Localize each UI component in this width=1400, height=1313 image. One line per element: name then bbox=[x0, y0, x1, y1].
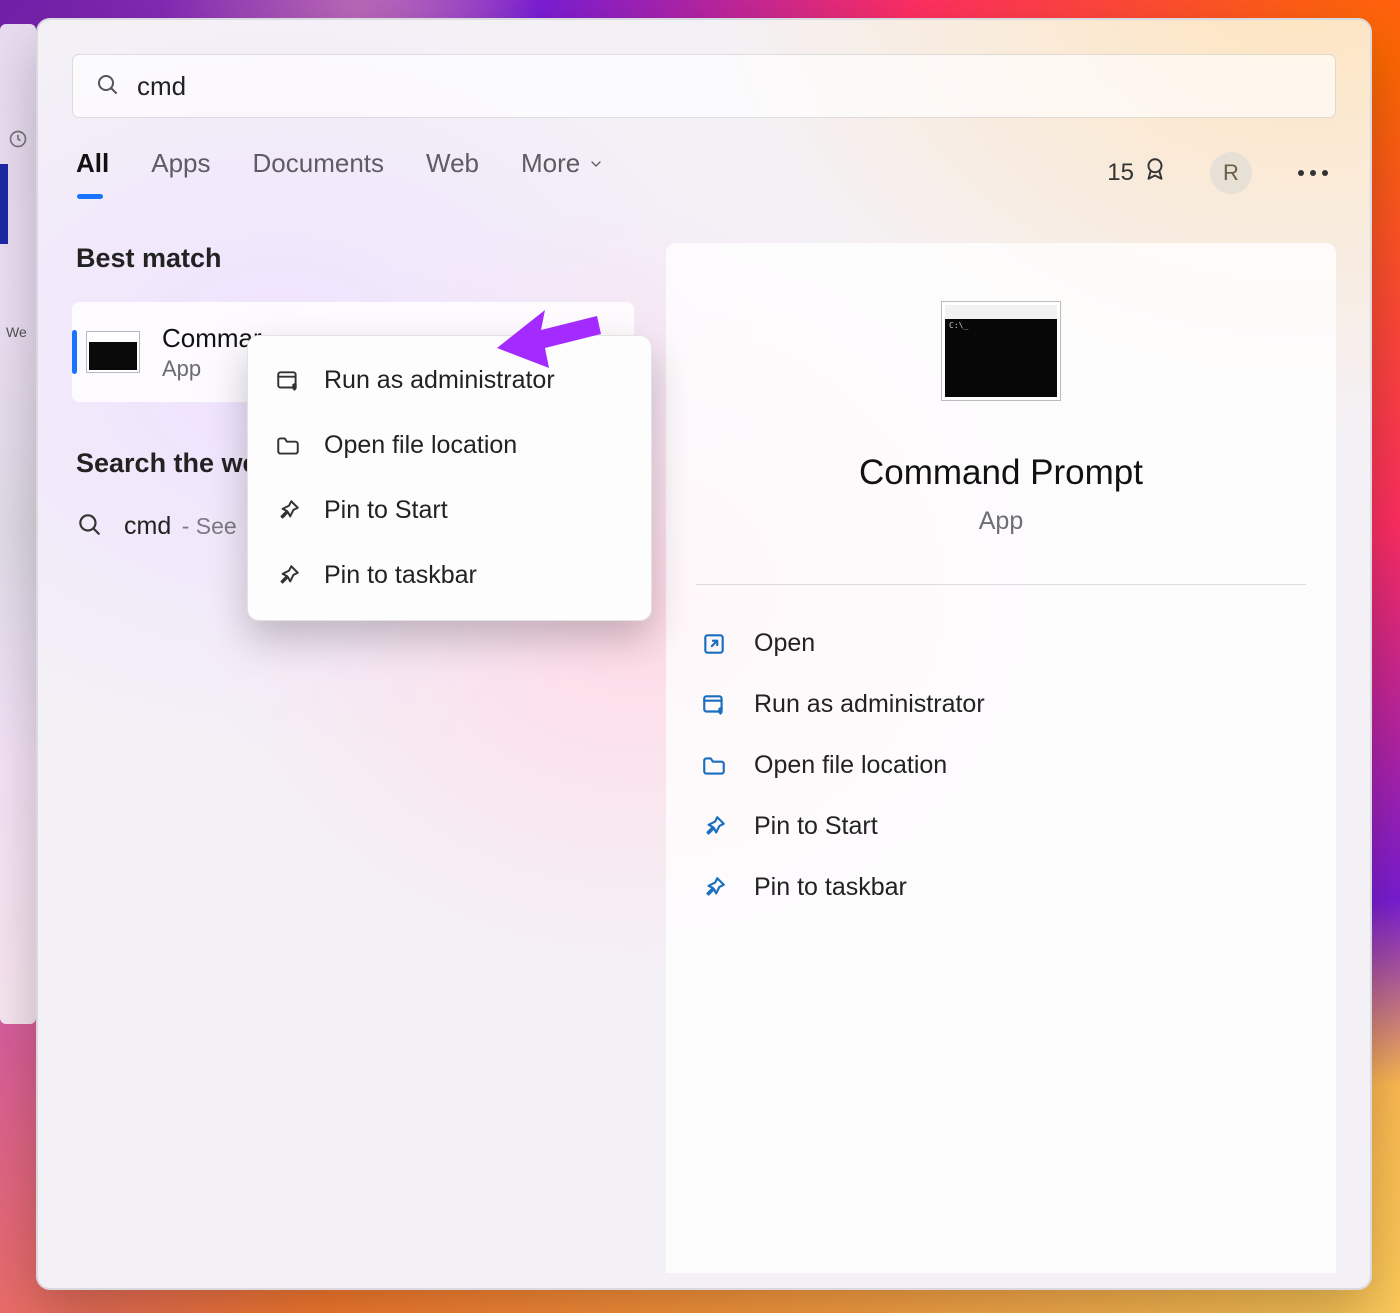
user-avatar[interactable]: R bbox=[1210, 152, 1252, 194]
command-prompt-icon bbox=[941, 301, 1061, 401]
desktop-background: We All Apps Documents Web More bbox=[0, 0, 1400, 1313]
action-label: Open bbox=[754, 629, 815, 658]
action-label: Run as administrator bbox=[754, 690, 985, 719]
tab-apps[interactable]: Apps bbox=[151, 148, 210, 197]
action-pin-to-taskbar[interactable]: Pin to taskbar bbox=[696, 857, 1306, 918]
command-prompt-icon bbox=[86, 331, 140, 373]
preview-pane: Command Prompt App Open bbox=[666, 243, 1336, 1273]
pin-icon bbox=[700, 813, 728, 841]
action-open-file-location[interactable]: Open file location bbox=[696, 735, 1306, 796]
rewards-points: 15 bbox=[1107, 159, 1134, 187]
ctx-open-file-location[interactable]: Open file location bbox=[254, 413, 645, 478]
tab-all[interactable]: All bbox=[76, 148, 109, 197]
rewards-indicator[interactable]: 15 bbox=[1107, 156, 1168, 189]
web-suggestion-query: cmd bbox=[124, 512, 171, 540]
action-label: Open file location bbox=[754, 751, 947, 780]
ctx-pin-to-start[interactable]: Pin to Start bbox=[254, 478, 645, 543]
tab-more[interactable]: More bbox=[521, 148, 604, 197]
ctx-item-label: Open file location bbox=[324, 431, 517, 460]
task-view-accent bbox=[0, 164, 8, 244]
search-icon bbox=[95, 72, 119, 101]
more-options-button[interactable] bbox=[1294, 170, 1332, 176]
selection-indicator bbox=[72, 330, 77, 374]
medal-icon bbox=[1142, 156, 1168, 189]
preview-title: Command Prompt bbox=[859, 453, 1143, 493]
action-label: Pin to taskbar bbox=[754, 873, 907, 902]
ctx-run-as-administrator[interactable]: Run as administrator bbox=[254, 348, 645, 413]
tab-documents[interactable]: Documents bbox=[253, 148, 385, 197]
best-match-heading: Best match bbox=[76, 243, 634, 274]
admin-window-icon bbox=[274, 367, 302, 395]
ctx-item-label: Pin to Start bbox=[324, 496, 448, 525]
search-icon bbox=[76, 511, 102, 542]
avatar-initial: R bbox=[1223, 160, 1239, 186]
tab-more-label: More bbox=[521, 148, 580, 179]
action-open[interactable]: Open bbox=[696, 613, 1306, 674]
action-pin-to-start[interactable]: Pin to Start bbox=[696, 796, 1306, 857]
ctx-item-label: Pin to taskbar bbox=[324, 561, 477, 590]
task-view-strip: We bbox=[0, 24, 36, 1024]
ctx-item-label: Run as administrator bbox=[324, 366, 555, 395]
admin-window-icon bbox=[700, 691, 728, 719]
open-icon bbox=[700, 630, 728, 658]
preview-action-list: Open Run as administrator bbox=[696, 613, 1306, 918]
action-run-as-administrator[interactable]: Run as administrator bbox=[696, 674, 1306, 735]
pin-icon bbox=[274, 497, 302, 525]
pin-icon bbox=[700, 874, 728, 902]
preview-subtitle: App bbox=[979, 507, 1023, 536]
windows-search-flyout: All Apps Documents Web More 15 bbox=[36, 18, 1372, 1290]
folder-icon bbox=[274, 432, 302, 460]
search-input[interactable] bbox=[137, 71, 1313, 102]
action-label: Pin to Start bbox=[754, 812, 878, 841]
filter-tab-bar: All Apps Documents Web More 15 bbox=[72, 148, 1336, 197]
tab-web[interactable]: Web bbox=[426, 148, 479, 197]
folder-icon bbox=[700, 752, 728, 780]
results-left-column: Best match Commar App Search the we bbox=[72, 243, 634, 1273]
web-suggestion-hint: - See bbox=[182, 513, 237, 539]
clock-icon bbox=[8, 129, 28, 154]
pin-icon bbox=[274, 562, 302, 590]
ctx-pin-to-taskbar[interactable]: Pin to taskbar bbox=[254, 543, 645, 608]
divider bbox=[696, 584, 1306, 585]
chevron-down-icon bbox=[588, 148, 604, 179]
context-menu: Run as administrator Open file location bbox=[247, 335, 652, 621]
search-box[interactable] bbox=[72, 54, 1336, 118]
task-view-strip-label: We bbox=[6, 324, 27, 340]
